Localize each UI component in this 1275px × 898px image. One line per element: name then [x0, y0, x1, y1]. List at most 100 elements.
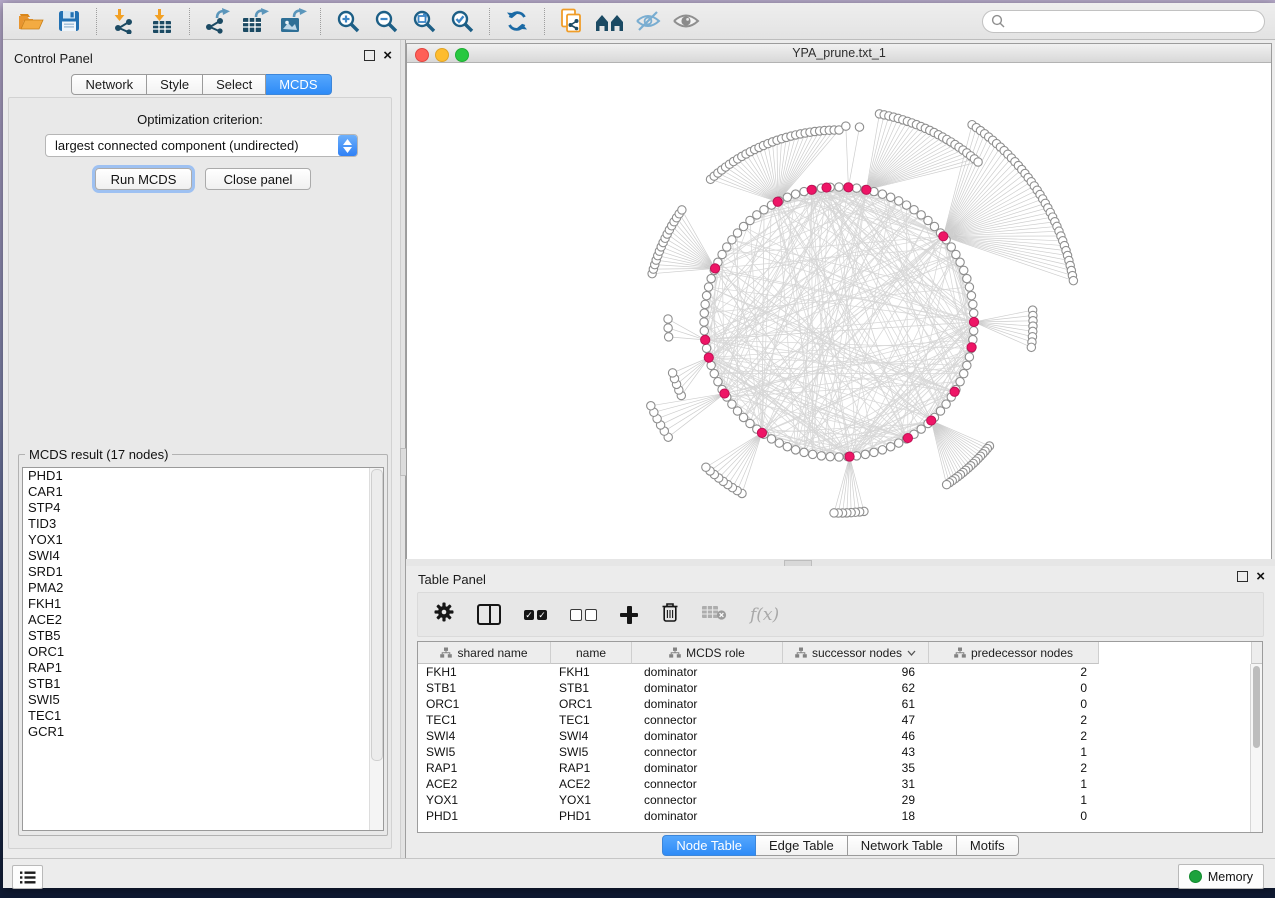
table-cell[interactable]: TEC1	[551, 712, 632, 728]
table-cell[interactable]: ACE2	[418, 776, 551, 792]
tab-motifs[interactable]: Motifs	[957, 835, 1019, 856]
table-cell[interactable]: SWI5	[418, 744, 551, 760]
table-cell[interactable]: RAP1	[418, 760, 551, 776]
close-panel-icon[interactable]: ×	[1256, 572, 1265, 581]
list-item[interactable]: SRD1	[23, 564, 383, 580]
horizontal-splitter[interactable]	[406, 559, 1275, 566]
list-scrollbar[interactable]	[369, 468, 383, 830]
column-header-mcds-role[interactable]: MCDS role	[632, 642, 783, 664]
table-cell[interactable]: FKH1	[551, 664, 632, 680]
zoom-in-icon[interactable]	[330, 6, 366, 37]
column-header-shared-name[interactable]: shared name	[418, 642, 551, 664]
table-cell[interactable]: dominator	[632, 760, 783, 776]
tab-network-table[interactable]: Network Table	[848, 835, 957, 856]
table-cell[interactable]: 2	[929, 760, 1099, 776]
table-cell[interactable]: 1	[929, 776, 1099, 792]
criterion-dropdown[interactable]: largest connected component (undirected)	[45, 134, 358, 157]
table-cell[interactable]: PHD1	[418, 808, 551, 824]
tab-node-table[interactable]: Node Table	[662, 835, 756, 856]
close-panel-button[interactable]: Close panel	[205, 168, 311, 190]
network-window-titlebar[interactable]: YPA_prune.txt_1	[407, 44, 1271, 63]
refresh-icon[interactable]	[499, 6, 535, 37]
task-history-button[interactable]	[12, 865, 43, 889]
export-network-icon[interactable]	[199, 6, 235, 37]
table-cell[interactable]: TEC1	[418, 712, 551, 728]
show-columns-icon[interactable]	[477, 604, 501, 625]
tab-style[interactable]: Style	[147, 74, 203, 95]
list-item[interactable]: STB5	[23, 628, 383, 644]
table-cell[interactable]: 61	[783, 696, 929, 712]
table-cell[interactable]: dominator	[632, 728, 783, 744]
table-cell[interactable]: connector	[632, 792, 783, 808]
list-item[interactable]: ACE2	[23, 612, 383, 628]
list-item[interactable]: YOX1	[23, 532, 383, 548]
show-all-icon[interactable]	[668, 6, 704, 37]
select-all-columns-icon[interactable]: ✓✓	[524, 610, 547, 620]
list-item[interactable]: SWI5	[23, 692, 383, 708]
list-item[interactable]: TEC1	[23, 708, 383, 724]
table-cell[interactable]: 31	[783, 776, 929, 792]
table-row[interactable]: TEC1TEC1connector472	[418, 712, 1251, 728]
table-cell[interactable]: 1	[929, 792, 1099, 808]
run-mcds-button[interactable]: Run MCDS	[95, 168, 192, 190]
mcds-result-list[interactable]: PHD1CAR1STP4TID3YOX1SWI4SRD1PMA2FKH1ACE2…	[22, 467, 384, 831]
network-canvas[interactable]	[407, 63, 1271, 561]
hide-selected-icon[interactable]	[630, 6, 666, 37]
table-cell[interactable]: STB1	[551, 680, 632, 696]
tab-select[interactable]: Select	[203, 74, 266, 95]
network-graph[interactable]	[407, 63, 1271, 561]
table-cell[interactable]: dominator	[632, 680, 783, 696]
list-item[interactable]: TID3	[23, 516, 383, 532]
table-cell[interactable]: 62	[783, 680, 929, 696]
delete-icon[interactable]	[661, 602, 679, 628]
table-row[interactable]: YOX1YOX1connector291	[418, 792, 1251, 808]
tab-network[interactable]: Network	[71, 74, 147, 95]
table-cell[interactable]: ACE2	[551, 776, 632, 792]
zoom-out-icon[interactable]	[368, 6, 404, 37]
add-icon[interactable]	[620, 606, 638, 624]
table-cell[interactable]: 0	[929, 696, 1099, 712]
table-row[interactable]: STB1STB1dominator620	[418, 680, 1251, 696]
table-cell[interactable]: YOX1	[418, 792, 551, 808]
save-icon[interactable]	[51, 6, 87, 37]
table-cell[interactable]: 2	[929, 712, 1099, 728]
column-header-successor-nodes[interactable]: successor nodes	[783, 642, 929, 664]
table-cell[interactable]: RAP1	[551, 760, 632, 776]
list-item[interactable]: FKH1	[23, 596, 383, 612]
table-cell[interactable]: 29	[783, 792, 929, 808]
table-row[interactable]: SWI5SWI5connector431	[418, 744, 1251, 760]
table-cell[interactable]: 0	[929, 808, 1099, 824]
list-item[interactable]: PHD1	[23, 468, 383, 484]
list-item[interactable]: CAR1	[23, 484, 383, 500]
table-cell[interactable]: STB1	[418, 680, 551, 696]
table-cell[interactable]: SWI4	[551, 728, 632, 744]
list-item[interactable]: PMA2	[23, 580, 383, 596]
list-item[interactable]: STB1	[23, 676, 383, 692]
table-row[interactable]: SWI4SWI4dominator462	[418, 728, 1251, 744]
first-neighbors-icon[interactable]	[592, 6, 628, 37]
table-cell[interactable]: dominator	[632, 808, 783, 824]
list-item[interactable]: SWI4	[23, 548, 383, 564]
list-item[interactable]: GCR1	[23, 724, 383, 740]
table-cell[interactable]: 47	[783, 712, 929, 728]
table-cell[interactable]: 43	[783, 744, 929, 760]
memory-button[interactable]: Memory	[1178, 864, 1264, 889]
table-row[interactable]: RAP1RAP1dominator352	[418, 760, 1251, 776]
table-cell[interactable]: SWI5	[551, 744, 632, 760]
table-cell[interactable]: ORC1	[418, 696, 551, 712]
table-row[interactable]: FKH1FKH1dominator962	[418, 664, 1251, 680]
table-cell[interactable]: connector	[632, 712, 783, 728]
table-cell[interactable]: PHD1	[551, 808, 632, 824]
import-network-icon[interactable]	[106, 6, 142, 37]
table-scrollbar[interactable]	[1250, 664, 1262, 832]
table-cell[interactable]: 0	[929, 680, 1099, 696]
close-panel-icon[interactable]: ×	[383, 51, 392, 60]
float-panel-icon[interactable]	[364, 50, 375, 61]
tab-mcds[interactable]: MCDS	[266, 74, 331, 95]
table-cell[interactable]: dominator	[632, 664, 783, 680]
table-cell[interactable]: ORC1	[551, 696, 632, 712]
tab-edge-table[interactable]: Edge Table	[756, 835, 848, 856]
open-folder-icon[interactable]	[13, 6, 49, 37]
column-header-predecessor-nodes[interactable]: predecessor nodes	[929, 642, 1099, 664]
table-cell[interactable]: 2	[929, 664, 1099, 680]
